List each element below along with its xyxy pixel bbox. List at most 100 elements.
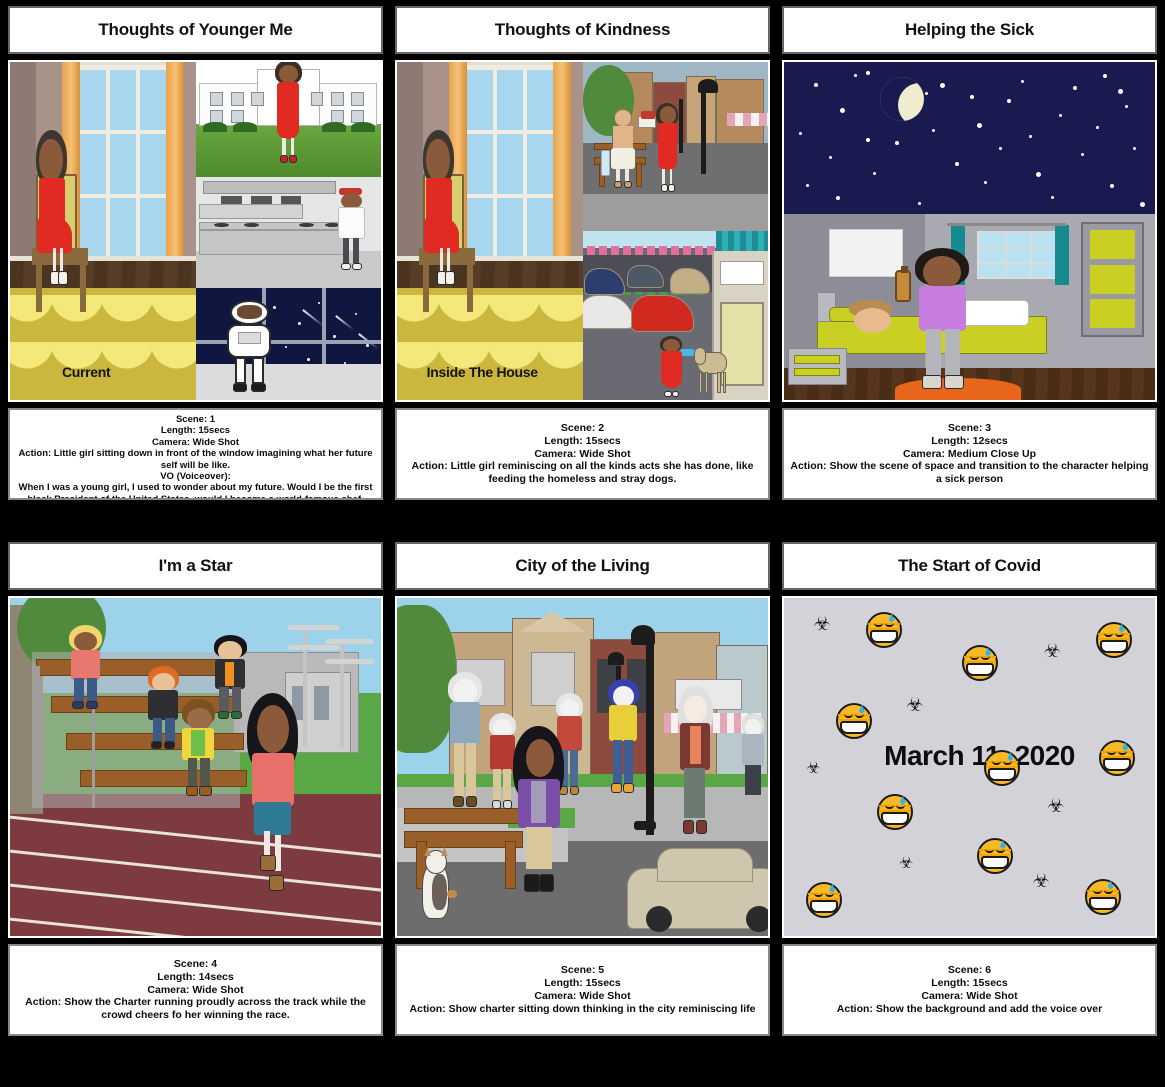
panel-title-box-6[interactable]: The Start of Covid [782,542,1157,590]
scene-camera-6: Camera: Wide Shot [921,990,1018,1002]
scene-action-1: Action: Little girl sitting down in fron… [18,448,373,471]
panel-title-5: City of the Living [515,556,650,575]
masked-face-emoji [1084,878,1121,915]
panel-title-box-5[interactable]: City of the Living [395,542,770,590]
panel-art-1[interactable]: Current [8,60,383,402]
scene-number-6: Scene: 6 [947,964,992,977]
character-bystander-4 [605,679,642,801]
storyboard-row-2: I'm a Star Scene: 4 Length: 14secs Camer… [8,542,1157,1052]
character-bystander-5 [675,685,716,841]
biohazard-icon: ☣ [1047,795,1065,818]
scene-length-6: Length: 15secs [931,977,1008,990]
masked-face-emoji [1099,739,1136,776]
character-homeless-man [608,109,638,197]
character-president [270,62,307,170]
panel-art-4[interactable] [8,596,383,938]
window-glass [77,70,169,271]
panel-art-5[interactable] [395,596,770,938]
medicine-bottle [895,265,912,302]
scene-feeding-homeless [582,62,768,231]
panel-overlay-label-2: Inside The House [426,363,538,380]
biohazard-icon: ☣ [906,694,924,717]
scene-number-1: Scene: 1 [175,414,216,425]
panel-title-6: The Start of Covid [898,556,1041,575]
scene-vo-text-1: When I was a young girl, I used to wonde… [18,482,373,500]
storyboard-cell-6[interactable]: The Start of Covid ☣ ☣ ☣ ☣ ☣ ☣ ☣ March 1… [782,542,1157,1052]
panel-art-6[interactable]: ☣ ☣ ☣ ☣ ☣ ☣ ☣ March 11, 2020 [782,596,1157,938]
storyboard-grid: Thoughts of Younger Me Current Scene: 1 … [0,0,1165,1087]
character-astronaut [225,299,273,396]
character-caregiver [910,247,977,397]
character-girl-with-dog [657,335,687,400]
masked-face-emoji [806,881,843,918]
biohazard-icon: ☣ [1043,639,1061,662]
curtain-right [165,62,184,279]
scene-space-station [195,288,381,400]
scene-kitchen [195,176,381,289]
scene-camera-5: Camera: Wide Shot [534,990,631,1002]
character-chef [333,186,370,275]
scene-number-4: Scene: 4 [173,958,218,970]
panel-description-4: Scene: 4 Length: 14secs Camera: Wide Sho… [8,944,383,1036]
panel-overlay-label-1: Current [61,363,111,380]
scene-action-4: Action: Show the Charter running proudly… [25,996,366,1022]
character-girl-seated [32,129,77,292]
panel-title-1: Thoughts of Younger Me [98,20,293,39]
panel-description-2: Scene: 2 Length: 15secs Camera: Wide Sho… [395,408,770,500]
panel-title-box-3[interactable]: Helping the Sick [782,6,1157,54]
scene-vo-label-1: VO (Voiceover): [160,470,231,482]
character-cat [416,846,461,929]
storyboard-cell-5[interactable]: City of the Living Scene: 5 Length: 15se… [395,542,770,1052]
character-sick-person [843,299,902,345]
character-bystander-1 [445,672,486,814]
scene-camera-3: Camera: Medium Close Up [902,447,1037,460]
panel-description-6: Scene: 6 Length: 15secs Camera: Wide Sho… [782,944,1157,1036]
storyboard-cell-4[interactable]: I'm a Star Scene: 4 Length: 14secs Camer… [8,542,383,1052]
scene-length-2: Length: 15secs [544,434,621,447]
biohazard-icon: ☣ [806,758,821,778]
masked-face-emoji [984,750,1021,787]
character-spectator-4 [177,699,222,800]
scene-action-6: Action: Show the background and add the … [836,1002,1103,1015]
panel-overlay-label-6: March 11, 2020 [884,739,1075,771]
biohazard-icon: ☣ [813,612,831,635]
scene-number-5: Scene: 5 [560,964,605,977]
scene-night-sky [784,62,1155,215]
character-main-seated [512,726,568,902]
panel-description-5: Scene: 5 Length: 15secs Camera: Wide Sho… [395,944,770,1036]
scene-city-street [397,598,768,936]
masked-face-emoji [962,645,999,682]
scene-number-2: Scene: 2 [560,422,605,434]
masked-face-emoji [835,702,872,739]
character-girl-seated-2 [419,129,464,292]
masked-face-emoji [1095,621,1132,658]
panel-title-box-2[interactable]: Thoughts of Kindness [395,6,770,54]
scene-camera-1: Camera: Wide Shot [151,436,239,448]
panel-title-box-1[interactable]: Thoughts of Younger Me [8,6,383,54]
storyboard-cell-2[interactable]: Thoughts of Kindness Inside The House Sc… [395,6,770,516]
shelf-unit [1080,221,1144,337]
scene-camera-2: Camera: Wide Shot [534,447,631,460]
scene-length-4: Length: 14secs [157,970,234,983]
nightstand [787,347,848,386]
character-girl-giving-food [653,102,683,201]
panel-title-2: Thoughts of Kindness [494,20,671,39]
storyboard-cell-1[interactable]: Thoughts of Younger Me Current Scene: 1 … [8,6,383,516]
biohazard-icon: ☣ [899,852,914,872]
scene-action-2: Action: Little girl reminiscing on all t… [411,460,754,486]
panel-art-2[interactable]: Inside The House [395,60,770,402]
biohazard-icon: ☣ [1032,869,1050,892]
window-frame [69,62,177,279]
character-bystander-6 [738,712,768,808]
chair-leg-right [80,264,87,313]
character-runner [244,692,303,896]
character-dog [693,343,735,397]
scene-length-1: Length: 15secs [160,425,231,437]
panel-title-box-4[interactable]: I'm a Star [8,542,383,590]
panel-art-3[interactable] [782,60,1157,402]
scene-number-3: Scene: 3 [947,422,992,434]
scene-living-room-2: Inside The House [397,62,583,400]
storyboard-cell-3[interactable]: Helping the Sick Scene: 3 Length: 12secs… [782,6,1157,516]
panel-description-1: Scene: 1 Length: 15secs Camera: Wide Sho… [8,408,383,500]
panel-description-3: Scene: 3 Length: 12secs Camera: Medium C… [782,408,1157,500]
